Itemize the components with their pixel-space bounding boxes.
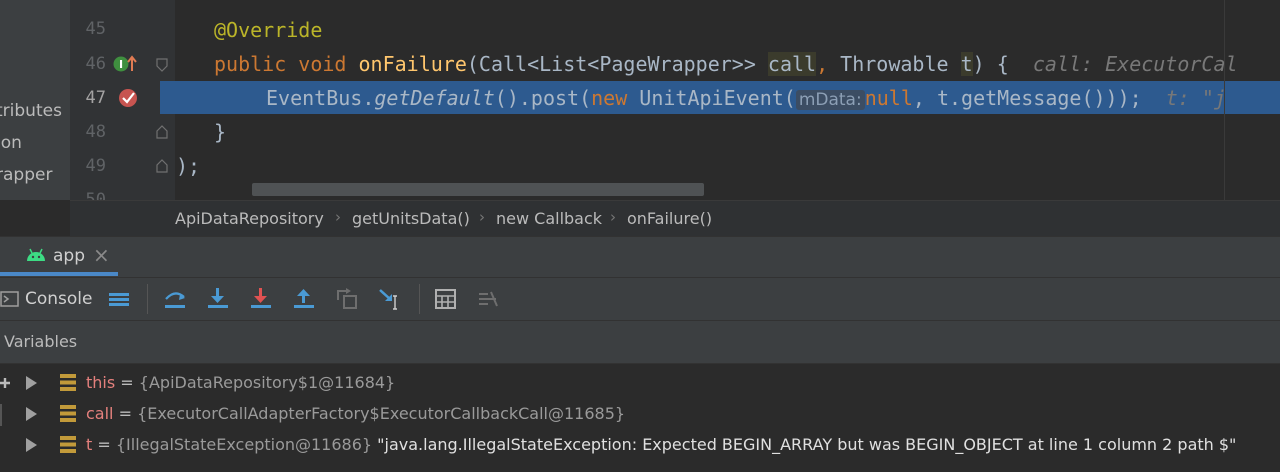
code-line-45[interactable]: @Override: [214, 16, 322, 44]
force-step-into-icon[interactable]: [248, 286, 274, 312]
variable-row[interactable]: this = {ApiDataRepository$1@11684}: [0, 367, 1280, 397]
console-icon[interactable]: [0, 290, 20, 308]
breadcrumb-separator: ›: [610, 208, 616, 226]
toolbar-separator: [147, 284, 148, 314]
project-tree-item[interactable]: rapper: [0, 165, 52, 185]
step-out-icon[interactable]: [291, 286, 317, 312]
debugger-inline-value: call: ExecutorCal: [1032, 52, 1238, 76]
expand-arrow-icon[interactable]: [26, 376, 37, 390]
code-token: ) {: [972, 52, 1009, 76]
parameter-name-hint: mData:: [795, 90, 865, 110]
fold-marker-icon[interactable]: [155, 57, 169, 73]
debugger-inline-value: t: "j: [1165, 86, 1226, 110]
param-t-token: t: [960, 52, 973, 76]
expand-arrow-icon[interactable]: [26, 407, 37, 421]
toolbar-separator: [419, 284, 420, 314]
variable-string: "java.lang.IllegalStateException: Expect…: [372, 435, 1237, 454]
variable-value: {IllegalStateException@11686}: [115, 435, 373, 454]
step-over-icon[interactable]: [163, 286, 189, 312]
static-method-token: getDefault: [374, 86, 495, 110]
svg-text:I: I: [119, 58, 123, 71]
breadcrumb-item[interactable]: new Callback: [496, 209, 602, 228]
line-number: 47: [85, 88, 106, 108]
breadcrumb-separator: ›: [479, 208, 485, 226]
project-tree-item[interactable]: tributes: [0, 101, 62, 121]
step-into-icon[interactable]: [205, 286, 231, 312]
code-token: );: [176, 154, 201, 178]
line-number: 45: [85, 19, 106, 39]
implements-method-icon[interactable]: I: [112, 53, 138, 75]
debugger-toolbar: [0, 277, 1280, 320]
code-token: Throwable: [828, 52, 961, 76]
code-line-48[interactable]: }: [214, 118, 226, 146]
variable-equals: =: [115, 373, 139, 392]
breakpoint-icon[interactable]: [118, 87, 140, 109]
breadcrumb: ApiDataRepository › getUnitsData() › new…: [70, 200, 1280, 236]
android-icon: [27, 248, 45, 261]
param-call-token: call: [767, 52, 817, 76]
variable-name: this: [86, 373, 116, 392]
breadcrumb-separator: ›: [335, 208, 341, 226]
drop-frame-icon[interactable]: [334, 286, 360, 312]
tab-close-icon[interactable]: ×: [93, 243, 110, 267]
field-icon: [60, 436, 76, 453]
horizontal-scrollbar[interactable]: [252, 183, 704, 196]
run-to-cursor-icon[interactable]: [377, 286, 403, 312]
threads-icon[interactable]: [107, 286, 133, 312]
code-token: (Call<List<PageWrapper>>: [466, 52, 768, 76]
breadcrumb-item[interactable]: ApiDataRepository: [175, 209, 324, 228]
field-icon: [60, 374, 76, 391]
tab-app-label: app: [53, 246, 85, 266]
method-name-token: onFailure: [358, 52, 467, 76]
project-tree-item[interactable]: ion: [0, 133, 22, 153]
breadcrumb-item[interactable]: onFailure(): [627, 209, 712, 228]
active-tab-indicator: [0, 272, 118, 276]
trace-icon[interactable]: [476, 286, 502, 312]
fold-marker-icon[interactable]: [155, 158, 169, 174]
variables-tree: this = {ApiDataRepository$1@11684} call …: [0, 363, 1280, 472]
code-token: EventBus.: [266, 86, 375, 110]
line-number: 46: [85, 54, 106, 74]
variable-value: {ExecutorCallAdapterFactory$ExecutorCall…: [137, 404, 626, 423]
variable-value: {ApiDataRepository$1@11684}: [138, 373, 396, 392]
keyword-token: null: [864, 86, 913, 110]
variable-equals: =: [113, 404, 138, 423]
keyword-token: new: [591, 86, 628, 110]
line-number: 48: [85, 122, 106, 142]
fold-marker-icon[interactable]: [155, 124, 169, 140]
code-line-49[interactable]: );: [176, 152, 200, 180]
variables-header: Variables: [0, 320, 1280, 363]
code-line-46[interactable]: public void onFailure(Call<List<PageWrap…: [214, 50, 1238, 78]
code-token: ,: [816, 52, 829, 76]
variable-row[interactable]: call = {ExecutorCallAdapterFactory$Execu…: [0, 398, 1280, 428]
keyword-token: public: [214, 52, 287, 76]
expand-arrow-icon[interactable]: [26, 438, 37, 452]
code-token: }: [214, 120, 227, 144]
annotation-token: @Override: [214, 18, 323, 42]
variable-text: call = {ExecutorCallAdapterFactory$Execu…: [86, 404, 625, 423]
field-icon: [60, 405, 76, 422]
console-tab-label[interactable]: Console: [25, 289, 93, 309]
debug-tab-bar: [0, 236, 1280, 277]
code-line-47[interactable]: EventBus.getDefault().post(new UnitApiEv…: [266, 84, 1226, 114]
variable-equals: =: [92, 435, 116, 454]
code-token: UnitApiEvent(: [627, 86, 796, 110]
variable-row[interactable]: t = {IllegalStateException@11686} "java.…: [0, 429, 1280, 459]
variables-title: Variables: [4, 332, 78, 351]
project-tree-panel: tributes ion rapper: [0, 0, 70, 200]
variable-text: this = {ApiDataRepository$1@11684}: [86, 373, 395, 392]
variable-text: t = {IllegalStateException@11686} "java.…: [86, 435, 1236, 454]
breadcrumb-item[interactable]: getUnitsData(): [352, 209, 470, 228]
evaluate-expression-icon[interactable]: [433, 286, 459, 312]
keyword-token: void: [298, 52, 347, 76]
variable-name: call: [86, 404, 114, 423]
code-token: , t.getMessage()));: [912, 86, 1142, 110]
line-number: 49: [85, 156, 106, 176]
tab-app[interactable]: app ×: [14, 236, 126, 276]
code-token: ().post(: [494, 86, 592, 110]
